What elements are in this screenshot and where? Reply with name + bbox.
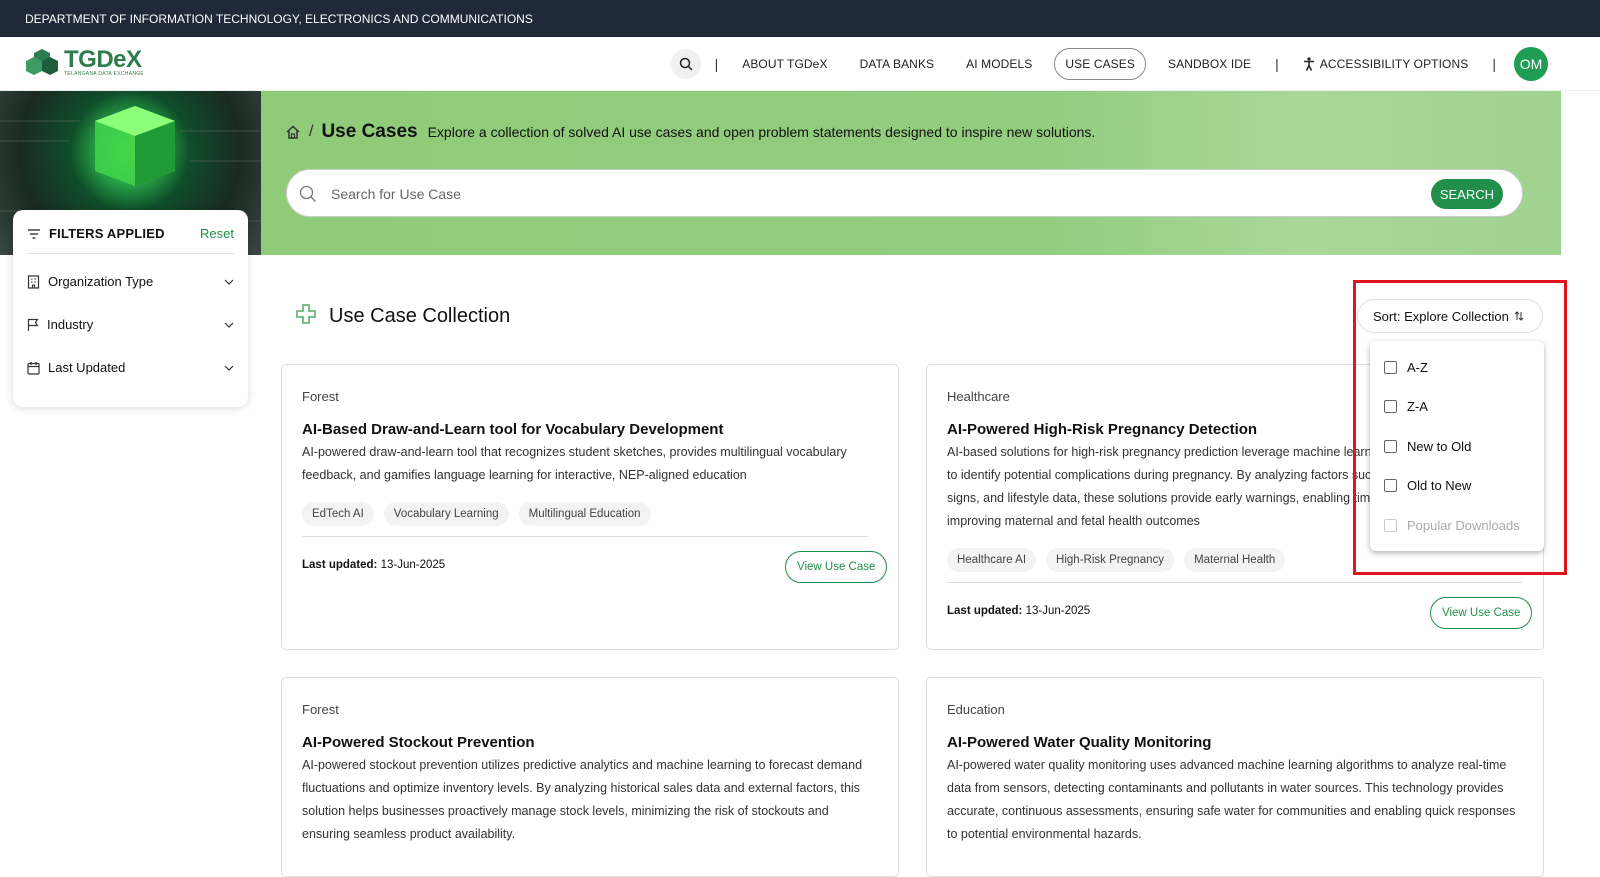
tag: Healthcare AI	[947, 548, 1037, 572]
calendar-icon	[27, 361, 40, 375]
card-category: Education	[947, 702, 1005, 717]
card-category: Forest	[302, 389, 339, 404]
card-divider	[302, 536, 868, 537]
card-category: Forest	[302, 702, 339, 717]
department-banner-text: DEPARTMENT OF INFORMATION TECHNOLOGY, EL…	[25, 12, 533, 26]
last-updated-date: 13-Jun-2025	[380, 559, 446, 571]
card-tags: EdTech AI Vocabulary Learning Multilingu…	[302, 502, 661, 526]
card-title[interactable]: AI-Based Draw-and-Learn tool for Vocabul…	[302, 421, 723, 438]
last-updated-label: Last updated:	[302, 559, 378, 571]
search-icon	[299, 185, 316, 202]
accessibility-icon	[1303, 57, 1314, 71]
nav-search-button[interactable]	[670, 49, 701, 79]
use-case-card: Forest AI-Powered Stockout Prevention AI…	[281, 677, 899, 877]
chevron-down-icon	[224, 365, 234, 371]
card-description: AI-powered draw-and-learn tool that reco…	[302, 445, 847, 482]
accessibility-label: ACCESSIBILITY OPTIONS	[1319, 57, 1469, 71]
collection-title: Use Case Collection	[329, 304, 511, 327]
tag: Maternal Health	[1184, 548, 1286, 572]
use-case-card: Forest AI-Based Draw-and-Learn tool for …	[281, 364, 899, 650]
use-case-search-input[interactable]	[331, 182, 1381, 206]
filters-panel: FILTERS APPLIED Reset Organization Type …	[13, 210, 248, 407]
flag-icon	[27, 318, 39, 331]
user-avatar[interactable]: OM	[1514, 47, 1548, 81]
card-title[interactable]: AI-Powered Water Quality Monitoring	[947, 734, 1211, 751]
card-description: AI-powered stockout prevention utilizes …	[302, 758, 863, 841]
filters-title: FILTERS APPLIED	[49, 226, 165, 241]
hero-banner: / Use Cases Explore a collection of solv…	[261, 91, 1561, 255]
department-banner: DEPARTMENT OF INFORMATION TECHNOLOGY, EL…	[0, 0, 1600, 37]
filter-organization-type[interactable]: Organization Type	[27, 274, 234, 289]
filter-industry[interactable]: Industry	[27, 317, 234, 332]
nav-use-cases[interactable]: USE CASES	[1054, 48, 1146, 80]
filter-label: Industry	[47, 317, 94, 332]
building-icon	[27, 274, 40, 289]
last-updated-date: 13-Jun-2025	[1025, 605, 1091, 617]
filter-label: Organization Type	[48, 274, 154, 289]
page-title: Use Cases	[321, 121, 418, 142]
page-description: Explore a collection of solved AI use ca…	[427, 124, 1096, 140]
nav-divider: |	[1275, 56, 1279, 72]
logo-tagline: TELANGANA DATA EXCHANGE	[64, 71, 145, 77]
chevron-down-icon	[224, 279, 234, 285]
tag: EdTech AI	[302, 502, 374, 526]
filters-reset-link[interactable]: Reset	[200, 226, 234, 241]
card-title[interactable]: AI-Powered High-Risk Pregnancy Detection	[947, 421, 1257, 438]
highlight-box	[1353, 280, 1567, 575]
filter-last-updated[interactable]: Last Updated	[27, 360, 234, 375]
main-navbar: TGDeX TELANGANA DATA EXCHANGE | ABOUT TG…	[0, 37, 1600, 91]
breadcrumb-separator: /	[309, 123, 314, 140]
last-updated-label: Last updated:	[947, 605, 1023, 617]
filters-header: FILTERS APPLIED Reset	[27, 226, 234, 254]
nav-sandbox-ide[interactable]: SANDBOX IDE	[1158, 49, 1261, 79]
use-case-search-bar: SEARCH	[286, 169, 1523, 217]
use-case-card: Education AI-Powered Water Quality Monit…	[926, 677, 1544, 877]
card-title[interactable]: AI-Powered Stockout Prevention	[302, 734, 535, 751]
nav-about[interactable]: ABOUT TGDeX	[732, 49, 837, 79]
card-category: Healthcare	[947, 389, 1010, 404]
home-icon[interactable]	[285, 124, 301, 140]
nav-divider: |	[1492, 56, 1496, 72]
collection-heading: Use Case Collection	[293, 303, 510, 329]
use-case-collection-icon	[296, 304, 316, 324]
view-use-case-button[interactable]: View Use Case	[785, 551, 888, 583]
nav-ai-models[interactable]: AI MODELS	[956, 49, 1042, 79]
logo-mark-icon	[24, 49, 62, 77]
card-tags: Healthcare AI High-Risk Pregnancy Matern…	[947, 548, 1295, 572]
search-button[interactable]: SEARCH	[1430, 179, 1503, 209]
nav-divider: |	[714, 56, 719, 72]
chevron-down-icon	[224, 322, 234, 328]
filter-icon	[28, 228, 40, 239]
logo-wordmark: TGDeX	[64, 46, 142, 73]
breadcrumb: / Use Cases Explore a collection of solv…	[285, 121, 1095, 143]
card-description: AI-powered water quality monitoring uses…	[947, 758, 1516, 841]
card-last-updated: Last updated: 13-Jun-2025	[947, 605, 1090, 617]
nav-data-banks[interactable]: DATA BANKS	[850, 49, 945, 79]
tag: High-Risk Pregnancy	[1046, 548, 1175, 572]
tgdex-logo[interactable]: TGDeX TELANGANA DATA EXCHANGE	[24, 46, 145, 77]
tag: Multilingual Education	[518, 502, 651, 526]
nav-accessibility[interactable]: ACCESSIBILITY OPTIONS	[1293, 49, 1479, 79]
card-divider	[947, 582, 1523, 583]
search-icon	[679, 57, 693, 71]
nav-menu: | ABOUT TGDeX DATA BANKS AI MODELS USE C…	[670, 47, 1548, 81]
tag: Vocabulary Learning	[383, 502, 509, 526]
card-last-updated: Last updated: 13-Jun-2025	[302, 559, 445, 571]
view-use-case-button[interactable]: View Use Case	[1430, 597, 1533, 629]
filter-label: Last Updated	[48, 360, 126, 375]
